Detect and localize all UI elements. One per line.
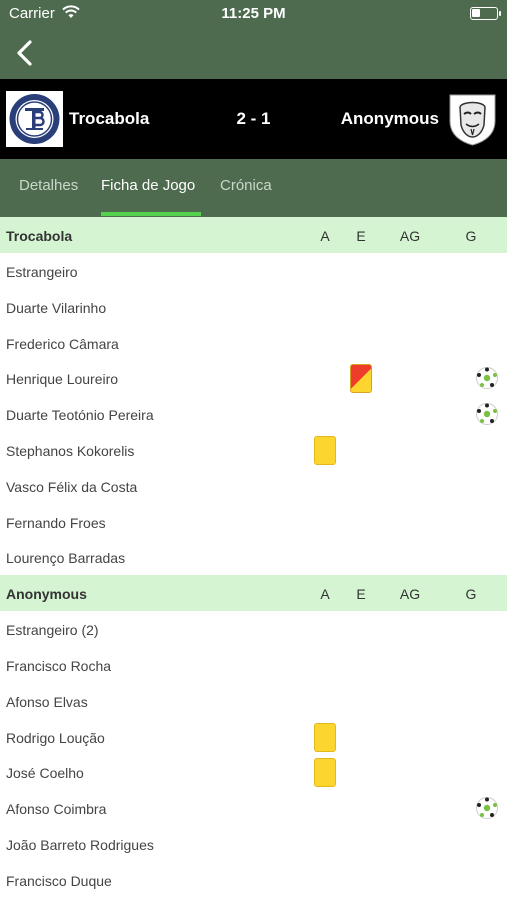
team-section-header: Trocabola A E AG G: [0, 217, 507, 253]
player-row[interactable]: Duarte Vilarinho: [0, 289, 507, 325]
column-header-ag: AG: [399, 586, 421, 603]
column-header-e: E: [356, 228, 366, 244]
player-name: Vasco Félix da Costa: [6, 478, 138, 495]
column-header-g: G: [465, 586, 477, 603]
team-section-title: Anonymous: [6, 586, 87, 603]
player-name: Stephanos Kokorelis: [6, 442, 135, 459]
player-row[interactable]: João Barreto Rodrigues: [0, 826, 507, 862]
player-name: Lourenço Barradas: [6, 550, 126, 567]
player-row[interactable]: Afonso Coimbra: [0, 790, 507, 826]
player-row[interactable]: Duarte Teotónio Pereira: [0, 396, 507, 432]
team-section-header: Anonymous A E AG G: [0, 575, 507, 612]
player-row[interactable]: Frederico Câmara: [0, 325, 507, 361]
player-row[interactable]: Rodrigo Loução: [0, 719, 507, 755]
match-score-header: Trocabola 2 - 1 Anonymous: [0, 79, 507, 159]
player-name: Henrique Loureiro: [6, 371, 119, 388]
yellow-card-icon: [314, 758, 336, 788]
player-name: Rodrigo Loução: [6, 729, 105, 746]
battery-icon: [470, 7, 501, 20]
player-row[interactable]: Estrangeiro (2): [0, 611, 507, 647]
column-header-a: A: [320, 228, 330, 244]
soccer-ball-icon: [475, 402, 499, 426]
column-header-g: G: [465, 228, 477, 244]
player-name: Francisco Rocha: [6, 657, 112, 674]
player-name: Estrangeiro (2): [6, 622, 99, 639]
player-name: Afonso Elvas: [6, 693, 88, 710]
yellow-card-icon: [314, 722, 336, 752]
player-row[interactable]: Estrangeiro: [0, 253, 507, 289]
back-button[interactable]: [13, 37, 41, 69]
navigation-bar: [0, 28, 507, 79]
player-row[interactable]: Francisco Duque: [0, 862, 507, 898]
player-name: Afonso Coimbra: [6, 801, 107, 818]
tab-bar: Detalhes Ficha de Jogo Crónica: [0, 159, 507, 217]
player-row[interactable]: Lourenço Barradas: [0, 539, 507, 575]
tab-detalhes[interactable]: Detalhes: [19, 177, 78, 194]
status-bar: Carrier 11:25 PM: [0, 0, 507, 28]
player-name: Francisco Duque: [6, 872, 112, 889]
player-row[interactable]: Fernando Froes: [0, 504, 507, 540]
player-row[interactable]: Afonso Elvas: [0, 683, 507, 719]
player-name: Fernando Froes: [6, 514, 106, 531]
player-name: Duarte Teotónio Pereira: [6, 407, 154, 424]
player-row[interactable]: José Coelho: [0, 754, 507, 790]
player-row[interactable]: Stephanos Kokorelis: [0, 432, 507, 468]
away-team-name: Anonymous: [340, 109, 439, 128]
red-card-icon: [350, 364, 372, 394]
player-name: José Coelho: [6, 765, 84, 782]
column-header-ag: AG: [399, 228, 421, 244]
soccer-ball-icon: [475, 796, 499, 820]
player-name: João Barreto Rodrigues: [6, 836, 154, 853]
tab-cronica[interactable]: Crónica: [220, 177, 272, 194]
chevron-left-icon: [17, 40, 32, 66]
column-header-e: E: [356, 586, 366, 603]
player-row[interactable]: Francisco Rocha: [0, 647, 507, 683]
player-row[interactable]: Vasco Félix da Costa: [0, 468, 507, 504]
player-row[interactable]: Henrique Loureiro: [0, 360, 507, 396]
lineups-list: Trocabola A E AG G Estrangeiro Duarte Vilarinh…: [0, 217, 507, 898]
player-name: Frederico Câmara: [6, 335, 119, 352]
player-name: Estrangeiro: [6, 264, 78, 280]
soccer-ball-icon: [475, 366, 499, 390]
away-team-crest: [444, 91, 501, 147]
yellow-card-icon: [314, 435, 336, 465]
tab-ficha-de-jogo[interactable]: Ficha de Jogo: [101, 177, 195, 194]
player-name: Duarte Vilarinho: [6, 299, 107, 316]
team-section-title: Trocabola: [6, 228, 73, 244]
column-header-a: A: [320, 586, 330, 603]
status-time: 11:25 PM: [221, 5, 286, 22]
active-tab-indicator: [101, 212, 201, 216]
